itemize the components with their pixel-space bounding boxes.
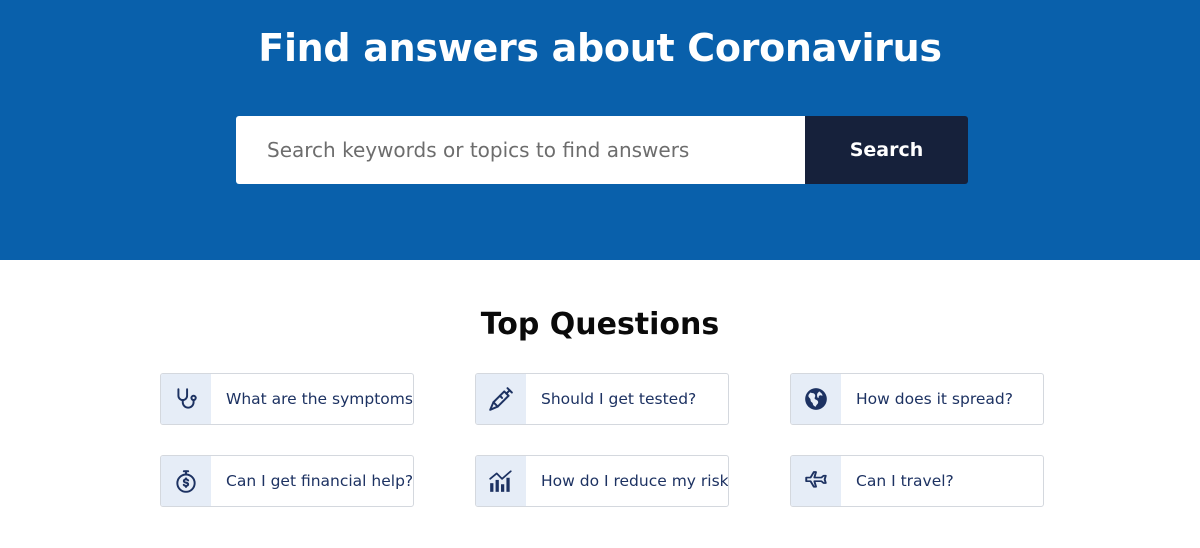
chart-trend-icon: [476, 456, 526, 506]
question-label: How do I reduce my risk?: [541, 472, 729, 490]
globe-icon: [791, 374, 841, 424]
question-label: What are the symptoms?: [226, 390, 414, 408]
question-label: How does it spread?: [856, 390, 1013, 408]
section-title: Top Questions: [480, 307, 720, 342]
question-card-tested[interactable]: Should I get tested?: [475, 373, 729, 425]
question-card-spread[interactable]: How does it spread?: [790, 373, 1044, 425]
question-card-travel[interactable]: Can I travel?: [790, 455, 1044, 507]
question-label: Should I get tested?: [541, 390, 697, 408]
hero-banner: Find answers about Coronavirus Search: [0, 0, 1200, 260]
question-card-financial[interactable]: Can I get financial help?: [160, 455, 414, 507]
question-card-symptoms[interactable]: What are the symptoms?: [160, 373, 414, 425]
question-label: Can I get financial help?: [226, 472, 414, 490]
stethoscope-icon: [161, 374, 211, 424]
question-card-risk[interactable]: How do I reduce my risk?: [475, 455, 729, 507]
search-form: Search: [236, 116, 968, 184]
stopwatch-dollar-icon: [161, 456, 211, 506]
search-button[interactable]: Search: [805, 116, 968, 184]
airplane-icon: [791, 456, 841, 506]
question-label: Can I travel?: [856, 472, 954, 490]
syringe-icon: [476, 374, 526, 424]
search-input[interactable]: [236, 116, 805, 184]
page-title: Find answers about Coronavirus: [258, 26, 942, 70]
